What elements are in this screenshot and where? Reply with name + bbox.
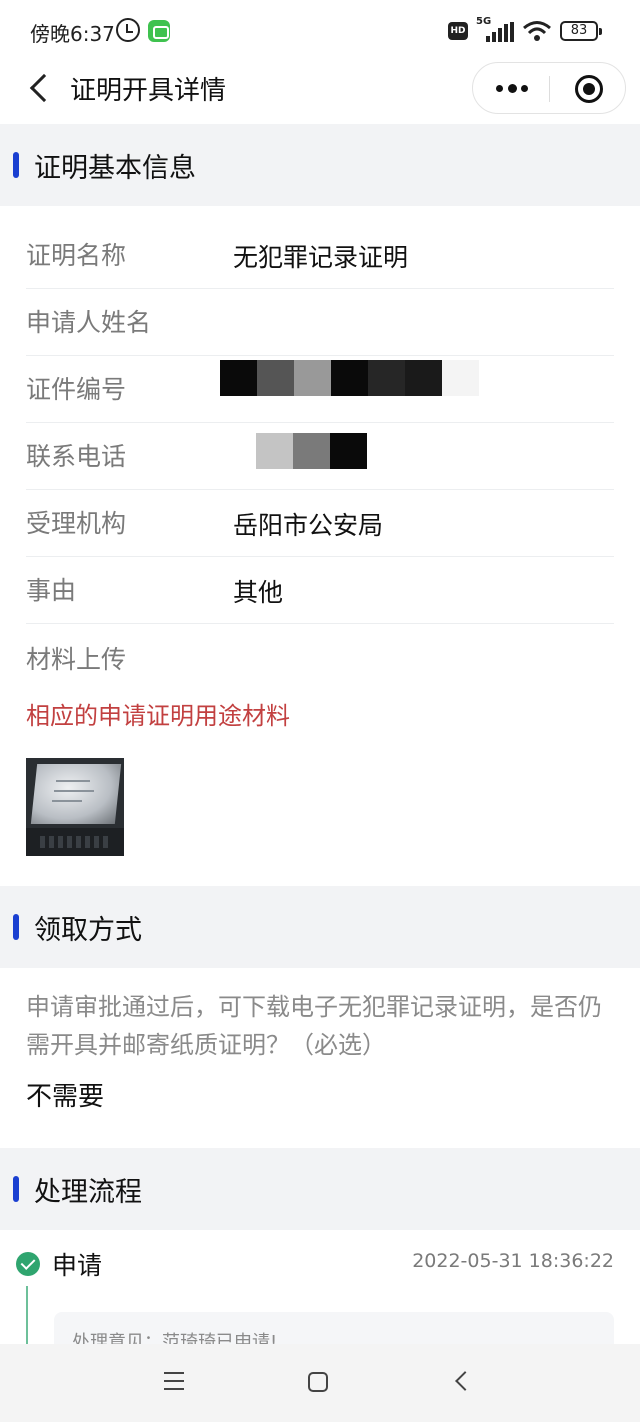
alarm-icon: [116, 18, 140, 42]
info-row-value: 岳阳市公安局: [233, 511, 384, 540]
info-row: 证件编号: [26, 356, 614, 423]
material-label: 材料上传: [26, 645, 127, 674]
flow-card: 申请 2022-05-31 18:36:22 处理意见：范琦琦已申请!: [0, 1230, 640, 1344]
info-row-value: 其他: [233, 578, 284, 607]
info-row-label: 申请人姓名: [26, 308, 152, 337]
hd-badge: HD: [448, 22, 468, 40]
flow-step-name: 申请: [52, 1251, 103, 1280]
section-header-pickup: 领取方式: [0, 886, 640, 968]
material-note: 相应的申请证明用途材料: [26, 702, 290, 730]
timeline-connector: [26, 1286, 28, 1344]
info-row: 证明名称 无犯罪记录证明: [26, 222, 614, 289]
info-row-value: 无犯罪记录证明: [233, 243, 409, 272]
info-row: 联系电话: [26, 423, 614, 490]
screen-text-line: [56, 780, 90, 782]
flow-comment: 处理意见：范琦琦已申请!: [72, 1332, 278, 1344]
info-row-label: 联系电话: [26, 442, 127, 471]
redacted-id-number: [220, 360, 479, 396]
miniprogram-capsule: [472, 62, 626, 114]
screen-text-line: [52, 800, 82, 802]
flow-step-time: 2022-05-31 18:36:22: [412, 1250, 614, 1272]
section-accent-bar: [13, 914, 19, 940]
menu-icon[interactable]: [164, 1372, 184, 1390]
nav-bar: 证明开具详情: [0, 62, 640, 124]
keyboard-photo: [26, 828, 124, 856]
check-circle-icon: [16, 1252, 40, 1276]
pickup-question: 申请审批通过后，可下载电子无犯罪记录证明，是否仍需开具并邮寄纸质证明？（必选）: [26, 993, 602, 1059]
home-icon[interactable]: [308, 1372, 328, 1392]
pickup-card: 申请审批通过后，可下载电子无犯罪记录证明，是否仍需开具并邮寄纸质证明？（必选） …: [0, 968, 640, 1148]
wifi-icon: [523, 21, 551, 41]
back-icon[interactable]: [24, 72, 52, 102]
section-accent-bar: [13, 1176, 19, 1202]
status-time: 傍晚6:37: [30, 22, 115, 46]
info-row-label: 证明名称: [26, 241, 127, 270]
section-title: 领取方式: [34, 915, 142, 946]
redacted-phone-number: [256, 433, 367, 469]
system-back-icon[interactable]: [455, 1371, 475, 1391]
info-row-label: 事由: [26, 576, 77, 605]
status-bar: 傍晚6:37 HD 5G 83: [0, 0, 640, 62]
uploaded-material-thumbnail[interactable]: [26, 758, 124, 856]
basic-info-card: 证明名称 无犯罪记录证明 申请人姓名 证件编号 联系电话 受理机构 岳阳市公安局…: [0, 206, 640, 886]
info-row: 申请人姓名: [26, 289, 614, 356]
battery-icon: 83: [560, 21, 602, 41]
info-row-label: 受理机构: [26, 509, 127, 538]
section-header-flow: 处理流程: [0, 1148, 640, 1230]
more-icon[interactable]: [473, 63, 549, 113]
info-row: 受理机构 岳阳市公安局: [26, 490, 614, 557]
section-accent-bar: [13, 152, 19, 178]
section-title: 证明基本信息: [34, 153, 196, 184]
screen-text-line: [54, 790, 94, 792]
info-row-label: 证件编号: [26, 375, 127, 404]
pickup-answer: 不需要: [26, 1082, 105, 1112]
laptop-screen-photo: [30, 764, 122, 824]
app-notification-icon: [148, 20, 170, 42]
close-target-icon[interactable]: [550, 63, 626, 113]
section-title: 处理流程: [34, 1177, 142, 1208]
info-row: 事由 其他: [26, 557, 614, 624]
page-title: 证明开具详情: [70, 76, 227, 106]
signal-icon: [480, 22, 516, 42]
section-header-basic: 证明基本信息: [0, 124, 640, 206]
flow-comment-box: 处理意见：范琦琦已申请!: [54, 1312, 614, 1344]
system-nav-bar: [0, 1344, 640, 1422]
